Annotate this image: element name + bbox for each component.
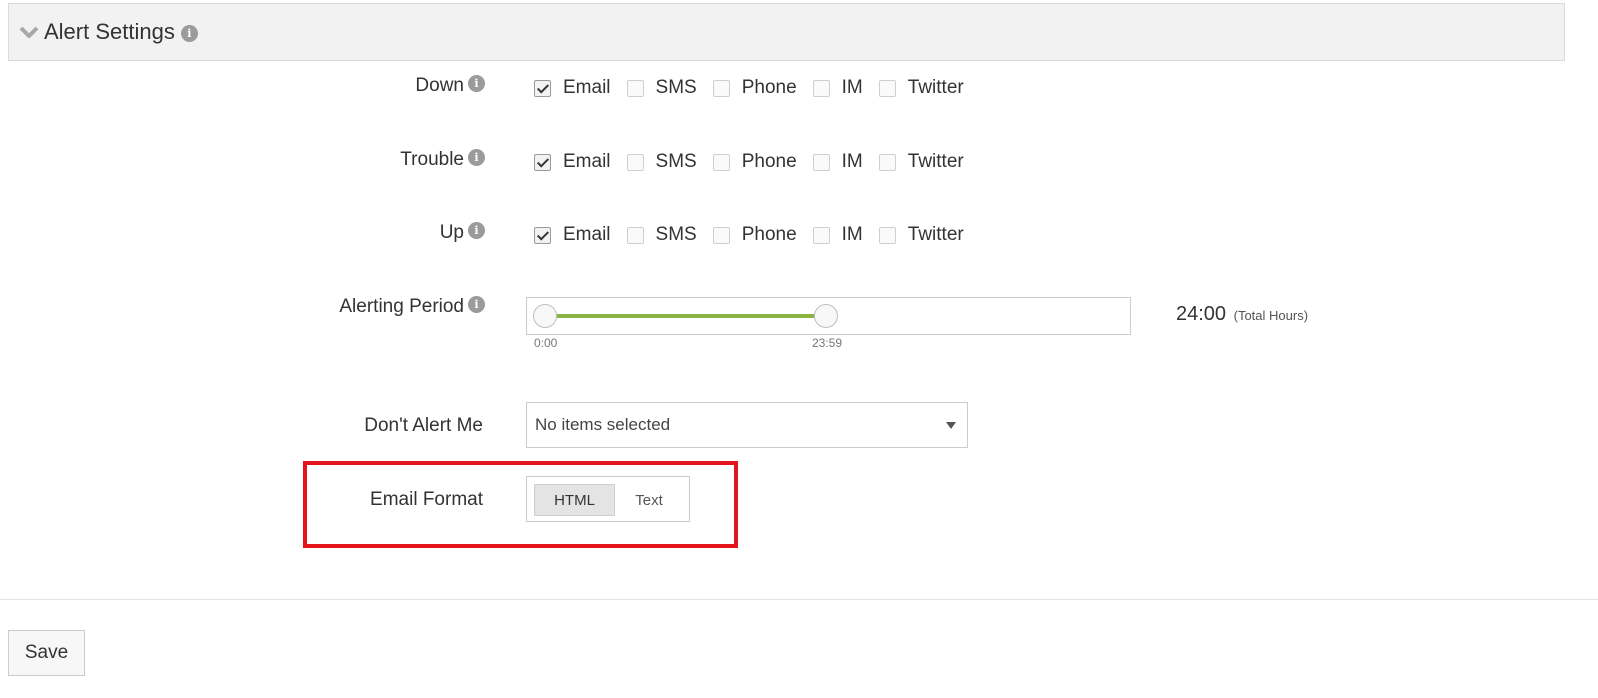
checkbox-label[interactable]: IM [842,151,863,173]
select-value: No items selected [535,415,671,434]
down-phone-checkbox[interactable] [712,79,730,97]
checkbox-label[interactable]: SMS [656,151,697,173]
down-email-checkbox[interactable] [534,79,551,97]
checkbox-label[interactable]: Phone [742,151,797,173]
email-format-toggle: HTML Text [526,476,690,522]
down-twitter-checkbox[interactable] [878,79,896,97]
checkbox-label[interactable]: SMS [656,224,697,246]
down-sms-checkbox[interactable] [626,79,644,97]
divider [0,599,1598,600]
info-icon[interactable]: i [180,24,198,42]
dont-alert-label: Don't Alert Me [364,415,483,436]
email-format-label: Email Format [370,489,483,510]
html-option-button[interactable]: HTML [534,484,615,516]
slider-range-fill [545,314,826,318]
checkbox-label[interactable]: IM [842,224,863,246]
checkbox-label[interactable]: Phone [742,224,797,246]
info-icon[interactable]: i [468,75,485,93]
down-label: Down i [0,75,485,97]
checkbox-label[interactable]: Twitter [908,224,964,246]
up-sms-checkbox[interactable] [626,226,644,244]
total-hours-value: 24:00 [1176,303,1227,325]
row-label-text: Up [439,222,464,243]
trouble-phone-checkbox[interactable] [712,153,730,171]
trouble-twitter-checkbox[interactable] [878,153,896,171]
chevron-down-icon[interactable] [19,25,39,39]
info-icon[interactable]: i [468,222,485,240]
up-label: Up i [0,222,485,244]
caret-down-icon[interactable] [946,422,956,429]
checkbox-label[interactable]: Phone [742,77,797,99]
up-im-checkbox[interactable] [812,226,830,244]
total-hours: 24:00 (Total Hours) [1176,303,1308,326]
checkbox-label[interactable]: Twitter [908,77,964,99]
save-button[interactable]: Save [8,630,85,676]
dont-alert-select[interactable]: No items selected [526,402,968,448]
up-twitter-checkbox[interactable] [878,226,896,244]
checkbox-label[interactable]: SMS [656,77,697,99]
checkbox-label[interactable]: Email [563,151,611,173]
checkbox-label[interactable]: Twitter [908,151,964,173]
trouble-sms-checkbox[interactable] [626,153,644,171]
text-option-button[interactable]: Text [621,484,677,516]
trouble-label: Trouble i [0,149,485,171]
checkbox-label[interactable]: IM [842,77,863,99]
trouble-im-checkbox[interactable] [812,153,830,171]
alert-settings-header[interactable]: Alert Settings i [8,3,1565,61]
up-channels: Email SMS Phone IM Twitter [534,224,980,246]
section-title: Alert Settings [44,19,175,44]
slider-end-value: 23:59 [812,336,843,350]
up-phone-checkbox[interactable] [712,226,730,244]
checkbox-label[interactable]: Email [563,77,611,99]
row-label-text: Alerting Period [339,296,464,317]
trouble-email-checkbox[interactable] [534,153,551,171]
down-im-checkbox[interactable] [812,79,830,97]
row-label-text: Trouble [400,149,464,170]
trouble-channels: Email SMS Phone IM Twitter [534,151,980,173]
info-icon[interactable]: i [468,296,485,314]
slider-start-value: 0:00 [534,336,558,350]
down-channels: Email SMS Phone IM Twitter [534,77,980,99]
checkbox-label[interactable]: Email [563,224,611,246]
slider-end-handle[interactable] [814,304,838,328]
row-label-text: Down [415,75,464,96]
info-icon[interactable]: i [468,149,485,167]
up-email-checkbox[interactable] [534,226,551,244]
total-hours-suffix: (Total Hours) [1233,308,1309,323]
slider-start-handle[interactable] [533,304,557,328]
alerting-period-label: Alerting Period i [0,296,485,318]
